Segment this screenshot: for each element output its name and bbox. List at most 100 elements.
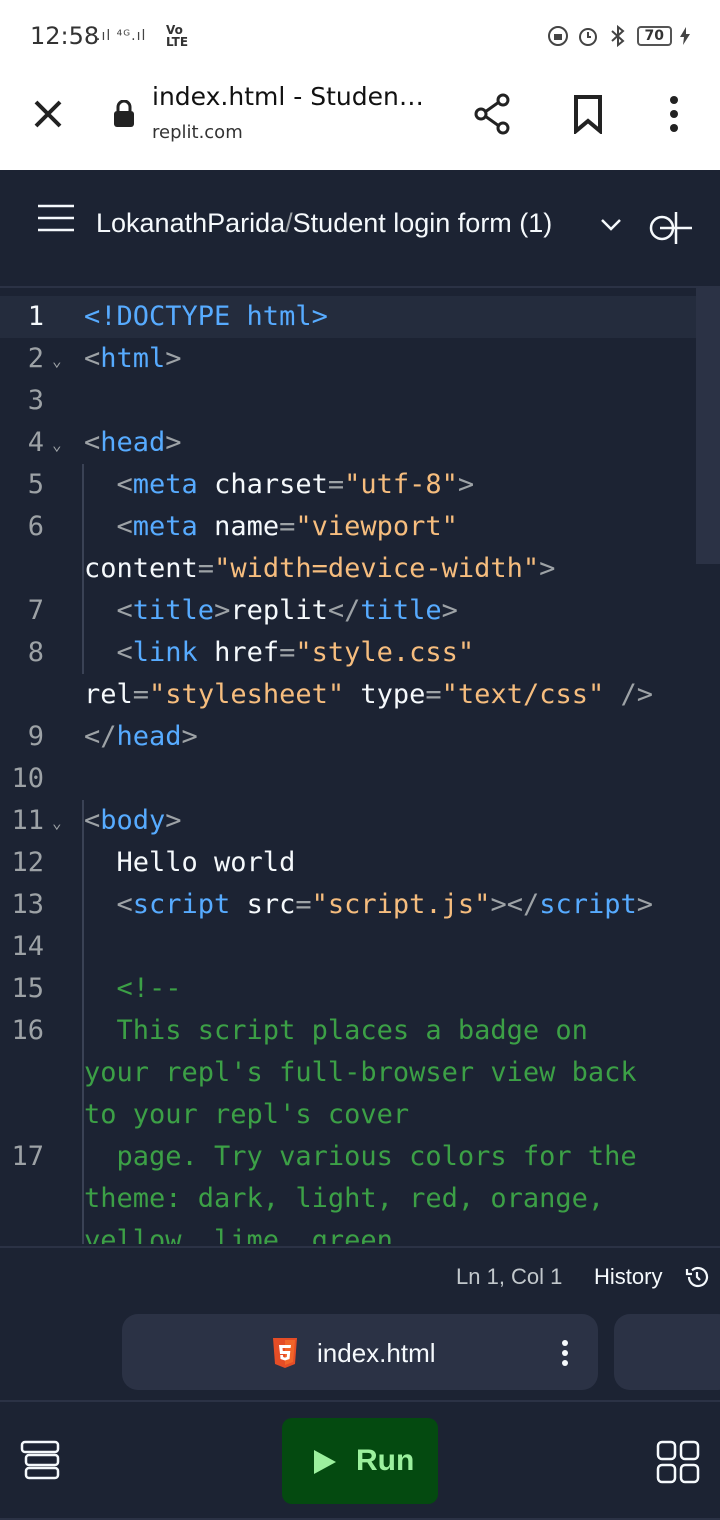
system-icons: 70 <box>547 24 690 48</box>
code-line[interactable]: 14 <box>0 926 696 968</box>
run-button-label: Run <box>356 1444 415 1477</box>
line-number: 1 <box>27 301 44 332</box>
code-token: = <box>295 889 312 920</box>
code-line[interactable]: your repl's full-browser view back <box>0 1052 696 1094</box>
code-token: page. Try various colors for the <box>84 1141 637 1172</box>
code-text: <!DOCTYPE html> <box>84 296 328 338</box>
fold-chevron-icon[interactable]: ⌄ <box>52 800 62 846</box>
code-line[interactable]: 3 <box>0 380 696 422</box>
code-line[interactable]: 17 page. Try various colors for the <box>0 1136 696 1178</box>
code-line[interactable]: yellow, lime, green, <box>0 1220 696 1244</box>
code-token: <!DOCTYPE html> <box>84 301 328 332</box>
code-token: < <box>84 343 101 374</box>
code-line[interactable]: content="width=device-width"> <box>0 548 696 590</box>
history-icon[interactable] <box>684 1264 710 1290</box>
code-line[interactable]: 4 ⌄ <head> <box>0 422 696 464</box>
close-icon[interactable] <box>28 94 68 134</box>
code-text: content="width=device-width"> <box>84 548 555 590</box>
code-line[interactable]: 7 <title>replit</title> <box>0 590 696 632</box>
code-text: <meta name="viewport" <box>84 506 458 548</box>
chevron-down-icon[interactable] <box>600 218 622 232</box>
html5-icon <box>273 1338 297 1368</box>
code-line[interactable]: 8 <link href="style.css" <box>0 632 696 674</box>
line-number: 14 <box>11 931 44 962</box>
code-line[interactable]: 15 <!-- <box>0 968 696 1010</box>
clock: 12:58 <box>30 22 100 50</box>
code-token: script <box>132 889 231 920</box>
repl-owner: LokanathParida <box>96 208 286 238</box>
code-token: script <box>539 889 637 920</box>
share-icon[interactable] <box>472 92 512 136</box>
browser-toolbar: index.html - Student... replit.com <box>0 76 720 171</box>
fold-chevron-icon[interactable]: ⌄ <box>52 422 62 468</box>
line-number: 12 <box>11 847 44 878</box>
lock-icon[interactable] <box>112 100 136 128</box>
file-tab-next[interactable] <box>614 1314 720 1390</box>
line-number: 7 <box>27 595 44 626</box>
code-token: body <box>100 805 166 836</box>
code-token: type <box>344 679 426 710</box>
code-token: src <box>230 889 296 920</box>
code-text: to your repl's cover <box>84 1094 409 1136</box>
code-token: "stylesheet" <box>149 679 345 710</box>
hamburger-menu-icon[interactable] <box>38 204 74 232</box>
code-line[interactable]: 12 Hello world <box>0 842 696 884</box>
page-domain[interactable]: replit.com <box>152 122 243 143</box>
code-line[interactable]: to your repl's cover <box>0 1094 696 1136</box>
line-number: 4 <box>27 427 44 458</box>
code-token: Hello world <box>84 847 296 878</box>
code-token: "viewport" <box>295 511 458 542</box>
file-tab-index-html[interactable]: index.html <box>122 1314 598 1390</box>
code-line[interactable]: 2 ⌄ <html> <box>0 338 696 380</box>
code-line[interactable]: 9 </head> <box>0 716 696 758</box>
indent-guide <box>82 800 84 1244</box>
repl-breadcrumb[interactable]: LokanathParida/Student login form (1) <box>96 208 552 239</box>
code-token: to your repl's cover <box>84 1099 410 1130</box>
code-token: "script.js" <box>311 889 491 920</box>
editor-scrollbar[interactable] <box>696 288 720 564</box>
code-token: "text/css" <box>441 679 605 710</box>
signal-icon: .ıl ⁴ᴳ.ıl <box>96 28 147 44</box>
history-button[interactable]: History <box>594 1264 662 1290</box>
line-number: 6 <box>27 511 44 542</box>
code-token: title <box>132 595 215 626</box>
line-number: 2 <box>27 343 44 374</box>
more-vert-icon[interactable] <box>660 94 688 134</box>
page-title[interactable]: index.html - Student... <box>152 82 432 111</box>
code-line[interactable]: 5 <meta charset="utf-8"> <box>0 464 696 506</box>
code-line[interactable]: theme: dark, light, red, orange, <box>0 1178 696 1220</box>
code-line[interactable]: rel="stylesheet" type="text/css" /> <box>0 674 696 716</box>
code-token: meta <box>132 511 198 542</box>
code-text: <title>replit</title> <box>84 590 458 632</box>
cursor-position[interactable]: Ln 1, Col 1 <box>456 1264 562 1290</box>
code-token: <!-- <box>84 973 182 1004</box>
code-line[interactable]: 16 This script places a badge on <box>0 1010 696 1052</box>
charging-icon <box>680 27 690 45</box>
code-token: = <box>279 637 296 668</box>
code-line[interactable]: 6 <meta name="viewport" <box>0 506 696 548</box>
code-line[interactable]: 13 <script src="script.js"></script> <box>0 884 696 926</box>
code-token: > <box>457 469 475 500</box>
code-line[interactable]: 11 ⌄ <body> <box>0 800 696 842</box>
fold-chevron-icon[interactable]: ⌄ <box>52 338 62 384</box>
new-tab-plus-icon[interactable] <box>648 210 692 246</box>
code-token: > <box>441 595 458 626</box>
code-editor[interactable]: 1 <!DOCTYPE html> 2 ⌄ <html> 3 4 ⌄ <head> 5 <meta… <box>0 288 720 1244</box>
line-number: 15 <box>11 973 44 1004</box>
tools-grid-icon[interactable] <box>656 1440 700 1484</box>
bookmark-icon[interactable] <box>572 94 604 134</box>
code-token: head <box>100 427 166 458</box>
code-token: > <box>539 553 556 584</box>
code-token: link <box>132 637 198 668</box>
file-tab-label: index.html <box>317 1338 436 1368</box>
code-token: This script places a badge on <box>84 1015 588 1046</box>
code-line[interactable]: 1 <!DOCTYPE html> <box>0 296 696 338</box>
code-text: This script places a badge on <box>84 1010 588 1052</box>
files-panel-icon[interactable] <box>20 1440 60 1480</box>
code-text: <!-- <box>84 968 182 1010</box>
code-token: < <box>84 595 133 626</box>
code-line[interactable]: 10 <box>0 758 696 800</box>
code-token: charset <box>197 469 328 500</box>
tab-options-icon[interactable] <box>560 1338 570 1368</box>
run-button[interactable]: Run <box>282 1418 438 1504</box>
